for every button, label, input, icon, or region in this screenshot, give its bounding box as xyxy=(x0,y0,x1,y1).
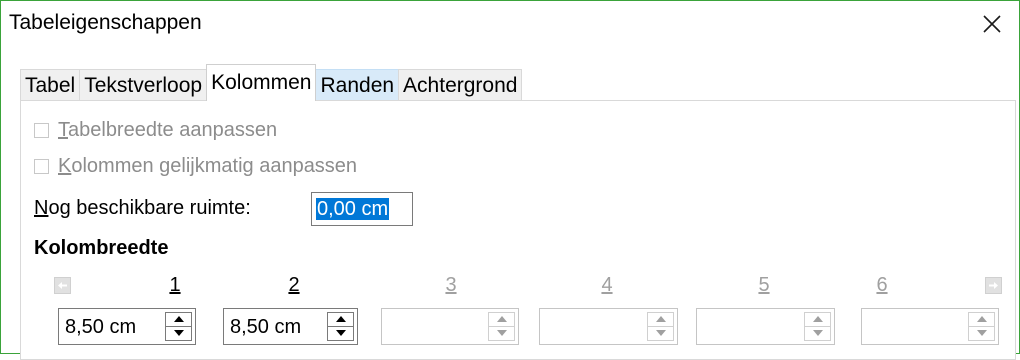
spin-down-icon[interactable] xyxy=(174,330,184,336)
adapt-columns-checkbox[interactable] xyxy=(34,159,49,174)
column-1-width-value: 8,50 cm xyxy=(65,316,137,338)
tab-tekstverloop[interactable]: Tekstverloop xyxy=(79,69,208,101)
column-number-6: 6 xyxy=(876,274,888,296)
remaining-space-field[interactable]: 0,00 cm xyxy=(311,192,413,226)
column-2-width-input[interactable]: 8,50 cm xyxy=(223,308,358,345)
adapt-columns-label: Kolommen gelijkmatig aanpassen xyxy=(58,155,358,177)
column-number-5: 5 xyxy=(758,274,770,296)
spin-down-icon[interactable] xyxy=(813,330,823,336)
column-width-heading: Kolombreedte xyxy=(34,237,169,259)
column-5-width-input[interactable] xyxy=(696,308,835,345)
adapt-table-width-checkbox[interactable] xyxy=(34,123,49,138)
column-6-spin-buttons[interactable] xyxy=(968,312,995,341)
dialog-window: Tabeleigenschappen Tabel Tekstverloop Ko… xyxy=(0,0,1020,360)
spin-down-icon[interactable] xyxy=(336,330,346,336)
column-number-2: 2 xyxy=(288,274,300,296)
column-3-spin-buttons[interactable] xyxy=(488,312,515,341)
column-1-spin-buttons[interactable] xyxy=(165,312,192,341)
column-4-width-input[interactable] xyxy=(539,308,678,345)
spin-down-icon[interactable] xyxy=(497,330,507,336)
column-2-spin-buttons[interactable] xyxy=(327,312,354,341)
arrow-left-icon xyxy=(58,282,67,289)
spin-up-icon[interactable] xyxy=(813,316,823,322)
adapt-table-width-label: Tabelbreedte aanpassen xyxy=(58,119,278,141)
close-button[interactable] xyxy=(975,8,1009,40)
column-number-3: 3 xyxy=(445,274,457,296)
remaining-space-label: Nog beschikbare ruimte: xyxy=(34,197,251,219)
tab-kolommen[interactable]: Kolommen xyxy=(206,64,317,101)
window-title: Tabeleigenschappen xyxy=(9,11,202,34)
column-6-width-input[interactable] xyxy=(861,308,999,345)
scroll-right-button[interactable] xyxy=(985,277,1002,294)
scroll-left-button[interactable] xyxy=(54,277,71,294)
spin-up-icon[interactable] xyxy=(977,316,987,322)
tab-bar: Tabel Tekstverloop Kolommen Randen Achte… xyxy=(20,64,523,101)
tab-randen[interactable]: Randen xyxy=(315,69,400,101)
remaining-space-value: 0,00 cm xyxy=(316,198,390,220)
column-1-width-input[interactable]: 8,50 cm xyxy=(58,308,196,345)
column-number-1: 1 xyxy=(169,274,181,296)
adapt-columns-option[interactable]: Kolommen gelijkmatig aanpassen xyxy=(34,155,357,178)
adapt-table-width-option[interactable]: Tabelbreedte aanpassen xyxy=(34,119,277,142)
tab-tabel[interactable]: Tabel xyxy=(20,69,81,101)
arrow-right-icon xyxy=(989,282,998,289)
column-2-width-value: 8,50 cm xyxy=(230,316,302,338)
column-4-spin-buttons[interactable] xyxy=(647,312,674,341)
title-bar: Tabeleigenschappen xyxy=(1,1,1019,49)
close-icon xyxy=(983,15,1001,33)
spin-up-icon[interactable] xyxy=(656,316,666,322)
column-5-spin-buttons[interactable] xyxy=(804,312,831,341)
spin-up-icon[interactable] xyxy=(497,316,507,322)
spin-down-icon[interactable] xyxy=(656,330,666,336)
column-number-4: 4 xyxy=(601,274,613,296)
column-3-width-input[interactable] xyxy=(381,308,519,345)
spin-up-icon[interactable] xyxy=(336,316,346,322)
spin-down-icon[interactable] xyxy=(977,330,987,336)
spin-up-icon[interactable] xyxy=(174,316,184,322)
tab-achtergrond[interactable]: Achtergrond xyxy=(398,69,523,101)
